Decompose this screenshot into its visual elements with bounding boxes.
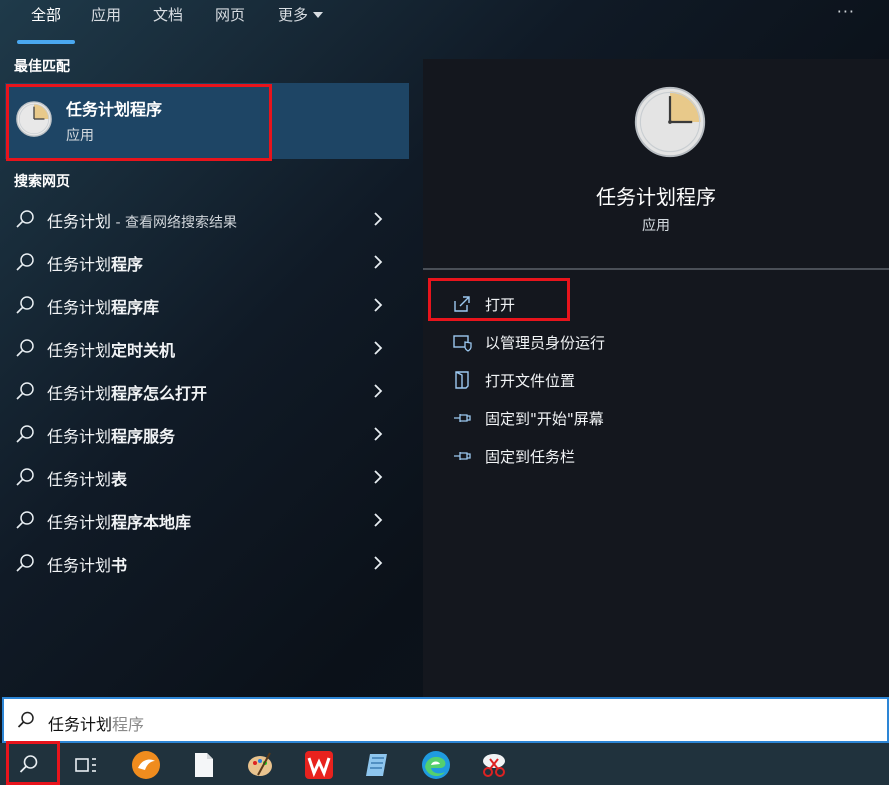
detail-title: 任务计划程序 [596,185,716,209]
search-icon [16,339,34,357]
detail-panel: 任务计划程序 应用 打开 以管理员身份运行 打开文件位置 固定到"开始"屏幕 固… [423,59,889,697]
web-result-bold: 程序 [111,255,144,274]
web-result-base: 任务计划 [47,341,112,360]
web-result-base: 任务计划 [47,427,112,446]
search-icon [16,511,34,529]
chevron-right-icon[interactable] [371,210,385,228]
chevron-right-icon[interactable] [371,511,385,529]
detail-divider [423,268,889,270]
clock-icon [16,101,52,137]
web-result-base: 任务计划 [47,513,112,532]
run-as-admin-label: 以管理员身份运行 [485,334,606,352]
web-result-base: 任务计划 [47,384,112,403]
chevron-right-icon[interactable] [371,554,385,572]
search-icon [16,468,34,486]
search-icon [16,425,34,443]
tab-web[interactable]: 网页 [215,4,245,42]
snipping-tool-icon[interactable] [478,749,510,781]
search-icon [17,711,34,728]
web-result-base: 任务计划 [47,470,112,489]
active-tab-indicator [17,40,75,44]
tab-apps[interactable]: 应用 [91,4,121,42]
edge-icon[interactable] [420,749,452,781]
web-result-bold: 表 [111,470,128,489]
search-icon [16,210,34,228]
web-result-bold: 书 [111,556,128,575]
search-typed-text: 任务计划 [48,715,113,734]
best-match-title: 任务计划程序 [66,100,163,119]
pin-to-start-label: 固定到"开始"屏幕 [485,410,604,428]
web-result-bold: 程序本地库 [111,513,192,532]
web-result-suffix: - 查看网络搜索结果 [111,215,237,231]
search-bar[interactable]: 任务计划程序 [2,697,889,743]
web-result-base: 任务计划 [47,298,112,317]
pin-icon [454,452,471,460]
open-action-label: 打开 [485,296,516,314]
wps-icon[interactable] [303,749,335,781]
web-result-base: 任务计划 [47,255,112,274]
web-result-item[interactable]: 任务计划程序本地库 [0,499,405,541]
notepad-icon[interactable] [361,749,393,781]
web-result-bold: 程序库 [111,298,160,317]
more-options-button[interactable]: ··· [837,2,855,21]
search-tabs: 全部 应用 文档 网页 更多 ··· [0,0,889,44]
search-icon[interactable] [12,749,44,781]
web-result-item[interactable]: 任务计划定时关机 [0,327,405,369]
web-result-item[interactable]: 任务计划书 [0,542,405,584]
chevron-right-icon[interactable] [371,296,385,314]
open-icon [454,296,470,312]
search-input[interactable]: 任务计划程序 [48,711,144,735]
web-result-item[interactable]: 任务计划程序服务 [0,413,405,455]
tab-more[interactable]: 更多 [278,4,324,42]
search-completion-text: 程序 [112,715,145,734]
web-result-item[interactable]: 任务计划 - 查看网络搜索结果 [0,198,405,240]
open-file-location-label: 打开文件位置 [485,372,576,390]
web-result-bold: 程序服务 [111,427,176,446]
search-icon [16,554,34,572]
chevron-down-icon [313,12,324,18]
paint-palette-icon[interactable] [244,749,276,781]
tab-more-label: 更多 [278,6,309,24]
taskbar [0,743,889,785]
search-icon [16,296,34,314]
clock-icon [634,86,706,158]
search-icon [16,253,34,271]
detail-subtitle: 应用 [642,218,670,234]
web-result-base: 任务计划 [47,556,112,575]
task-view-icon[interactable] [70,749,102,781]
tab-documents[interactable]: 文档 [153,4,183,42]
best-match-item[interactable]: 任务计划程序 应用 [5,83,409,159]
document-icon[interactable] [187,749,219,781]
admin-shield-icon [453,335,472,352]
search-icon [16,382,34,400]
best-match-subtitle: 应用 [66,128,94,144]
chevron-right-icon[interactable] [371,339,385,357]
web-result-base: 任务计划 [47,212,112,231]
web-result-item[interactable]: 任务计划程序怎么打开 [0,370,405,412]
web-result-item[interactable]: 任务计划程序库 [0,284,405,326]
chevron-right-icon[interactable] [371,468,385,486]
web-result-item[interactable]: 任务计划表 [0,456,405,498]
file-location-icon [455,371,469,389]
app-orange-icon[interactable] [130,749,162,781]
chevron-right-icon[interactable] [371,382,385,400]
tab-all[interactable]: 全部 [31,4,61,42]
chevron-right-icon[interactable] [371,253,385,271]
pin-icon [454,414,471,422]
web-result-item[interactable]: 任务计划程序 [0,241,405,283]
web-search-heading: 搜索网页 [14,174,70,190]
best-match-heading: 最佳匹配 [14,59,70,75]
web-result-bold: 程序怎么打开 [111,384,208,403]
chevron-right-icon[interactable] [371,425,385,443]
web-result-bold: 定时关机 [111,341,176,360]
pin-to-taskbar-label: 固定到任务栏 [485,448,576,466]
